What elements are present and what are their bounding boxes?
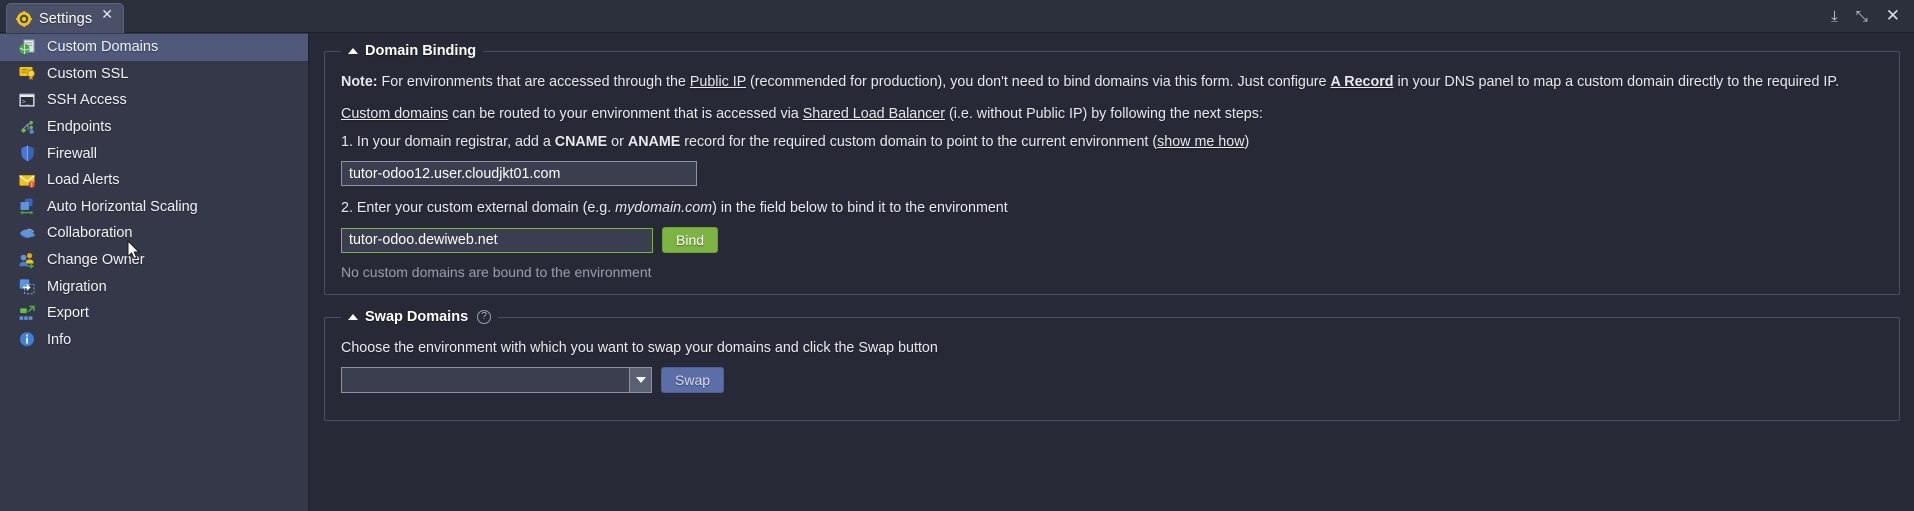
collapse-caret-up-icon[interactable] <box>348 48 358 54</box>
note-text-1: For environments that are accessed throu… <box>377 74 690 90</box>
sidebar-item-label: Endpoints <box>47 119 112 136</box>
bound-domains-status: No custom domains are bound to the envir… <box>341 264 652 280</box>
step-2-example: mydomain.com <box>615 200 713 216</box>
custom-domains-link[interactable]: Custom domains <box>341 106 448 122</box>
sidebar-item-firewall[interactable]: Firewall <box>0 140 308 167</box>
domain-binding-panel: Domain Binding Note: For environments th… <box>324 43 1900 295</box>
gear-icon <box>16 10 32 27</box>
cname-label: CNAME <box>554 134 608 150</box>
sidebar-item-label: SSH Access <box>47 92 127 109</box>
sidebar-item-label: Migration <box>47 278 107 295</box>
environment-domain-row <box>341 161 1883 186</box>
migration-icon <box>18 277 37 296</box>
sidebar-item-label: Auto Horizontal Scaling <box>47 198 198 215</box>
public-ip-link[interactable]: Public IP <box>690 74 746 90</box>
mouse-cursor <box>127 239 141 266</box>
expand-icon[interactable]: ⤡ <box>1856 9 1868 24</box>
sidebar-item-migration[interactable]: Migration <box>0 273 308 300</box>
sidebar-item-collaboration[interactable]: Collaboration <box>0 220 308 247</box>
endpoints-icon <box>18 118 37 137</box>
routing-paragraph: Custom domains can be routed to your env… <box>341 105 1883 124</box>
sidebar-item-change-owner[interactable]: Change Owner <box>0 247 308 274</box>
sidebar-item-label: Collaboration <box>47 225 133 242</box>
certificate-icon <box>18 64 37 83</box>
shared-load-balancer-link[interactable]: Shared Load Balancer <box>803 106 945 122</box>
settings-content: Domain Binding Note: For environments th… <box>310 33 1914 511</box>
step-1-or: or <box>607 134 628 150</box>
sidebar-item-export[interactable]: Export <box>0 300 308 327</box>
settings-window: Settings ✕ ⤓ ⤡ ✕ Custom Domains Custom S… <box>0 0 1914 511</box>
shield-icon <box>18 144 37 163</box>
routing-text-1: can be routed to your environment that i… <box>448 106 803 122</box>
show-me-how-link[interactable]: show me how <box>1157 134 1244 150</box>
swap-row: Swap <box>341 367 1883 393</box>
swap-domains-title: Swap Domains <box>365 309 469 325</box>
note-text-3: in your DNS panel to map a custom domain… <box>1393 74 1840 90</box>
info-icon <box>18 330 37 349</box>
environment-select[interactable] <box>341 367 652 393</box>
tab-settings[interactable]: Settings ✕ <box>6 3 124 33</box>
step-1-paragraph: 1. In your domain registrar, add a CNAME… <box>341 133 1883 152</box>
handshake-icon <box>18 224 37 243</box>
sidebar-item-endpoints[interactable]: Endpoints <box>0 114 308 141</box>
bind-button[interactable]: Bind <box>662 227 719 253</box>
note-text-2: (recommended for production), you don't … <box>746 74 1331 90</box>
scaling-icon <box>18 197 37 216</box>
custom-domain-row: Bind <box>341 227 1883 253</box>
environment-domain-input[interactable] <box>341 161 697 186</box>
a-record-link[interactable]: A Record <box>1330 74 1393 90</box>
window-close-icon[interactable]: ✕ <box>1886 8 1900 25</box>
step-2-paragraph: 2. Enter your custom external domain (e.… <box>341 199 1883 218</box>
settings-sidebar: Custom Domains Custom SSL >_ SSH Access … <box>0 33 309 511</box>
sidebar-item-load-alerts[interactable]: Load Alerts <box>0 167 308 194</box>
sidebar-item-ssh-access[interactable]: >_ SSH Access <box>0 87 308 114</box>
domain-binding-legend[interactable]: Domain Binding <box>341 43 483 59</box>
routing-text-2: (i.e. without Public IP) by following th… <box>945 106 1263 122</box>
sidebar-item-custom-ssl[interactable]: Custom SSL <box>0 61 308 88</box>
note-label: Note: <box>341 74 378 90</box>
sidebar-item-label: Firewall <box>47 145 97 162</box>
sidebar-item-label: Custom Domains <box>47 39 159 56</box>
swap-button[interactable]: Swap <box>661 367 725 393</box>
step-2-text-2: ) in the field below to bind it to the e… <box>712 200 1008 216</box>
domain-binding-title: Domain Binding <box>365 43 477 59</box>
step-1-text-3: ) <box>1244 134 1250 150</box>
sidebar-item-label: Custom SSL <box>47 65 129 82</box>
globe-document-icon <box>18 38 37 57</box>
sidebar-item-label: Export <box>47 305 89 322</box>
collapse-caret-up-icon[interactable] <box>348 314 358 320</box>
note-paragraph: Note: For environments that are accessed… <box>341 73 1883 92</box>
window-controls: ⤓ ⤡ ✕ <box>1831 0 1906 33</box>
sidebar-item-label: Load Alerts <box>47 172 120 189</box>
swap-domains-legend[interactable]: Swap Domains ? <box>341 309 498 325</box>
export-icon <box>18 304 37 323</box>
tab-bar: Settings ✕ ⤓ ⤡ ✕ <box>0 0 1914 33</box>
download-icon[interactable]: ⤓ <box>1831 9 1838 24</box>
envelope-alert-icon <box>18 171 37 190</box>
chevron-down-icon[interactable] <box>629 368 651 392</box>
sidebar-item-auto-horizontal-scaling[interactable]: Auto Horizontal Scaling <box>0 194 308 221</box>
help-icon[interactable]: ? <box>477 310 492 324</box>
terminal-icon: >_ <box>18 91 37 110</box>
sidebar-item-label: Info <box>47 331 72 348</box>
svg-text:>_: >_ <box>22 98 30 105</box>
sidebar-item-info[interactable]: Info <box>0 327 308 354</box>
users-change-icon <box>18 251 37 270</box>
sidebar-item-custom-domains[interactable]: Custom Domains <box>0 34 308 61</box>
close-icon[interactable]: ✕ <box>101 8 113 22</box>
step-1-text-2: record for the required custom domain to… <box>680 134 1158 150</box>
custom-domain-input[interactable] <box>341 227 653 253</box>
aname-label: ANAME <box>627 134 681 150</box>
step-1-text-1: 1. In your domain registrar, add a <box>341 134 555 150</box>
step-2-text-1: 2. Enter your custom external domain (e.… <box>341 200 616 216</box>
swap-description: Choose the environment with which you wa… <box>341 340 938 356</box>
swap-domains-panel: Swap Domains ? Choose the environment wi… <box>324 309 1900 421</box>
tab-label: Settings <box>39 10 93 27</box>
